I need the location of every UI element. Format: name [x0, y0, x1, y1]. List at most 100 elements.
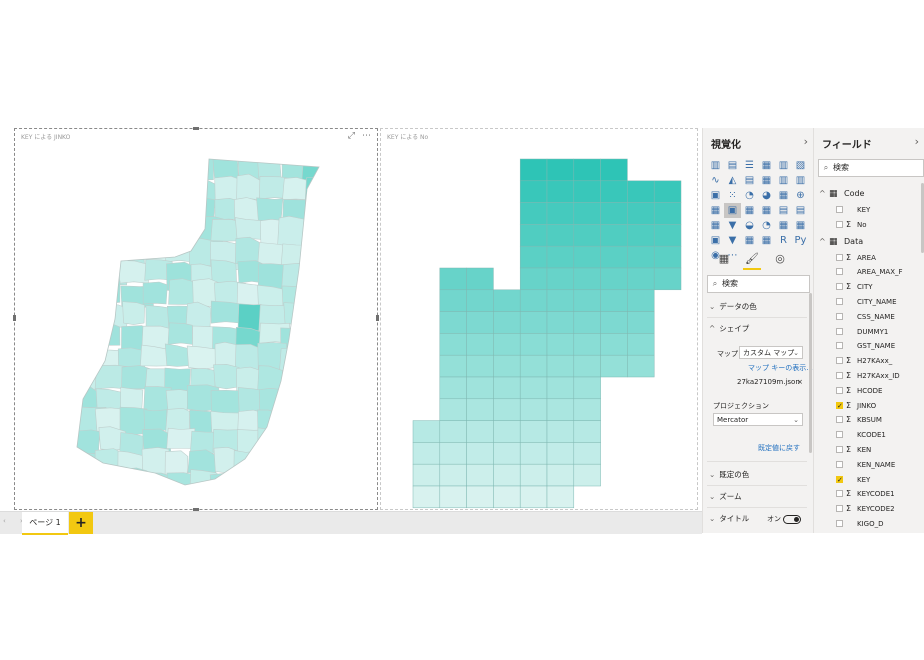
map-tile[interactable] [653, 224, 682, 247]
map-tile[interactable] [546, 463, 575, 487]
visual-type-icon[interactable]: ▦ [775, 188, 792, 203]
map-region[interactable] [304, 195, 335, 223]
map-tile[interactable] [600, 202, 628, 225]
map-tile[interactable] [466, 442, 494, 465]
section-title[interactable]: ⌄ タイトル [709, 513, 749, 524]
field-checkbox[interactable] [836, 268, 843, 276]
map-region[interactable] [164, 159, 194, 182]
map-region[interactable] [75, 157, 100, 180]
visual-type-icon[interactable]: ◭ [724, 173, 741, 188]
map-tile[interactable] [466, 376, 494, 400]
map-keys-link[interactable]: マップ キーの表示... [748, 363, 813, 373]
map-region[interactable] [166, 197, 198, 224]
collapse-pane-icon[interactable]: › [804, 135, 808, 148]
map-region[interactable] [140, 178, 168, 202]
field-checkbox[interactable] [836, 357, 843, 365]
visual-type-icon[interactable]: ▦ [707, 218, 724, 233]
visual-type-icon[interactable]: ▦ [758, 158, 775, 173]
map-region[interactable] [304, 177, 334, 206]
visual-type-icon[interactable]: Py [792, 233, 809, 248]
visual-type-icon[interactable]: ▦ [758, 233, 775, 248]
map-tile[interactable] [546, 224, 575, 247]
map-tile[interactable] [627, 333, 655, 356]
format-search-input[interactable]: ⌕ 検索 [707, 275, 810, 293]
map-region[interactable] [76, 237, 101, 263]
map-region[interactable] [303, 428, 334, 454]
map-region[interactable] [282, 450, 308, 481]
map-region[interactable] [258, 387, 291, 413]
map-tile[interactable] [519, 485, 548, 509]
map-tile[interactable] [466, 354, 494, 378]
field-checkbox[interactable] [836, 342, 843, 350]
map-tile[interactable] [627, 354, 655, 378]
map-tile[interactable] [439, 463, 467, 487]
map-region[interactable] [144, 155, 172, 182]
map-tile[interactable] [546, 333, 575, 356]
map-tile[interactable] [627, 245, 655, 269]
map-tile[interactable] [466, 420, 494, 443]
map-tile[interactable] [519, 202, 548, 225]
map-tile[interactable] [546, 442, 575, 465]
map-region[interactable] [209, 472, 238, 502]
map-region[interactable] [235, 472, 264, 495]
map-region[interactable] [283, 368, 309, 393]
map-region[interactable] [98, 174, 127, 197]
visual-type-icon[interactable]: ▧ [792, 158, 809, 173]
map-tile[interactable] [519, 354, 548, 378]
map-tile[interactable] [519, 311, 548, 334]
map-region[interactable] [237, 387, 262, 414]
map-type-dropdown[interactable]: カスタム マップ ⌄ [739, 346, 803, 359]
map-tile[interactable] [493, 463, 521, 487]
map-region[interactable] [166, 472, 193, 498]
map-region[interactable] [257, 467, 284, 498]
resize-handle-right[interactable] [376, 315, 379, 321]
map-tile[interactable] [493, 485, 521, 509]
map-tile[interactable] [627, 289, 655, 312]
visual-type-icon[interactable]: ▤ [775, 203, 792, 218]
map-tile[interactable] [439, 354, 467, 378]
visual-type-icon[interactable]: ▦ [758, 203, 775, 218]
fields-search-input[interactable]: ⌕ 検索 [818, 159, 924, 177]
field-checkbox[interactable] [836, 312, 843, 320]
map-region[interactable] [122, 467, 149, 496]
map-region[interactable] [100, 196, 133, 226]
visual-type-icon[interactable]: ⁙ [724, 188, 741, 203]
title-toggle[interactable] [783, 515, 801, 524]
map-tile[interactable] [546, 245, 575, 269]
field-checkbox[interactable] [836, 399, 843, 413]
format-tab-icon[interactable]: 🖌 [743, 252, 761, 270]
visual-type-icon[interactable]: ▤ [792, 203, 809, 218]
field-checkbox[interactable] [836, 505, 843, 513]
map-region[interactable] [186, 154, 214, 181]
map-tile[interactable] [653, 202, 682, 225]
resize-handle-left[interactable] [13, 315, 16, 321]
map-region[interactable] [76, 282, 102, 308]
map-region[interactable] [71, 175, 101, 198]
map-tile[interactable] [600, 311, 628, 334]
map-tile[interactable] [627, 267, 655, 291]
field-checkbox[interactable] [836, 431, 843, 439]
map-region[interactable] [122, 159, 148, 185]
map-region[interactable] [304, 406, 334, 437]
field-checkbox[interactable] [836, 446, 843, 453]
map-region[interactable] [165, 239, 193, 263]
map-tile[interactable] [439, 442, 467, 465]
page-tab-1[interactable]: ページ 1 [22, 512, 68, 535]
map-tile[interactable] [519, 245, 548, 269]
visual-type-icon[interactable]: ▥ [775, 158, 792, 173]
map-tile[interactable] [519, 420, 548, 443]
field-checkbox[interactable] [836, 490, 843, 498]
map-region[interactable] [118, 221, 145, 247]
field-checkbox[interactable] [836, 206, 843, 213]
map-tile[interactable] [439, 267, 467, 291]
map-tile[interactable] [519, 180, 548, 203]
map-tile[interactable] [519, 289, 548, 312]
map-tile[interactable] [600, 158, 628, 182]
visual-type-icon[interactable]: ◕ [758, 188, 775, 203]
map-tile[interactable] [600, 180, 628, 203]
visual-type-icon[interactable]: ▼ [724, 233, 741, 248]
map-region[interactable] [74, 218, 107, 242]
map-tile[interactable] [600, 333, 628, 356]
map-tile[interactable] [546, 376, 575, 400]
map-region[interactable] [255, 446, 289, 476]
